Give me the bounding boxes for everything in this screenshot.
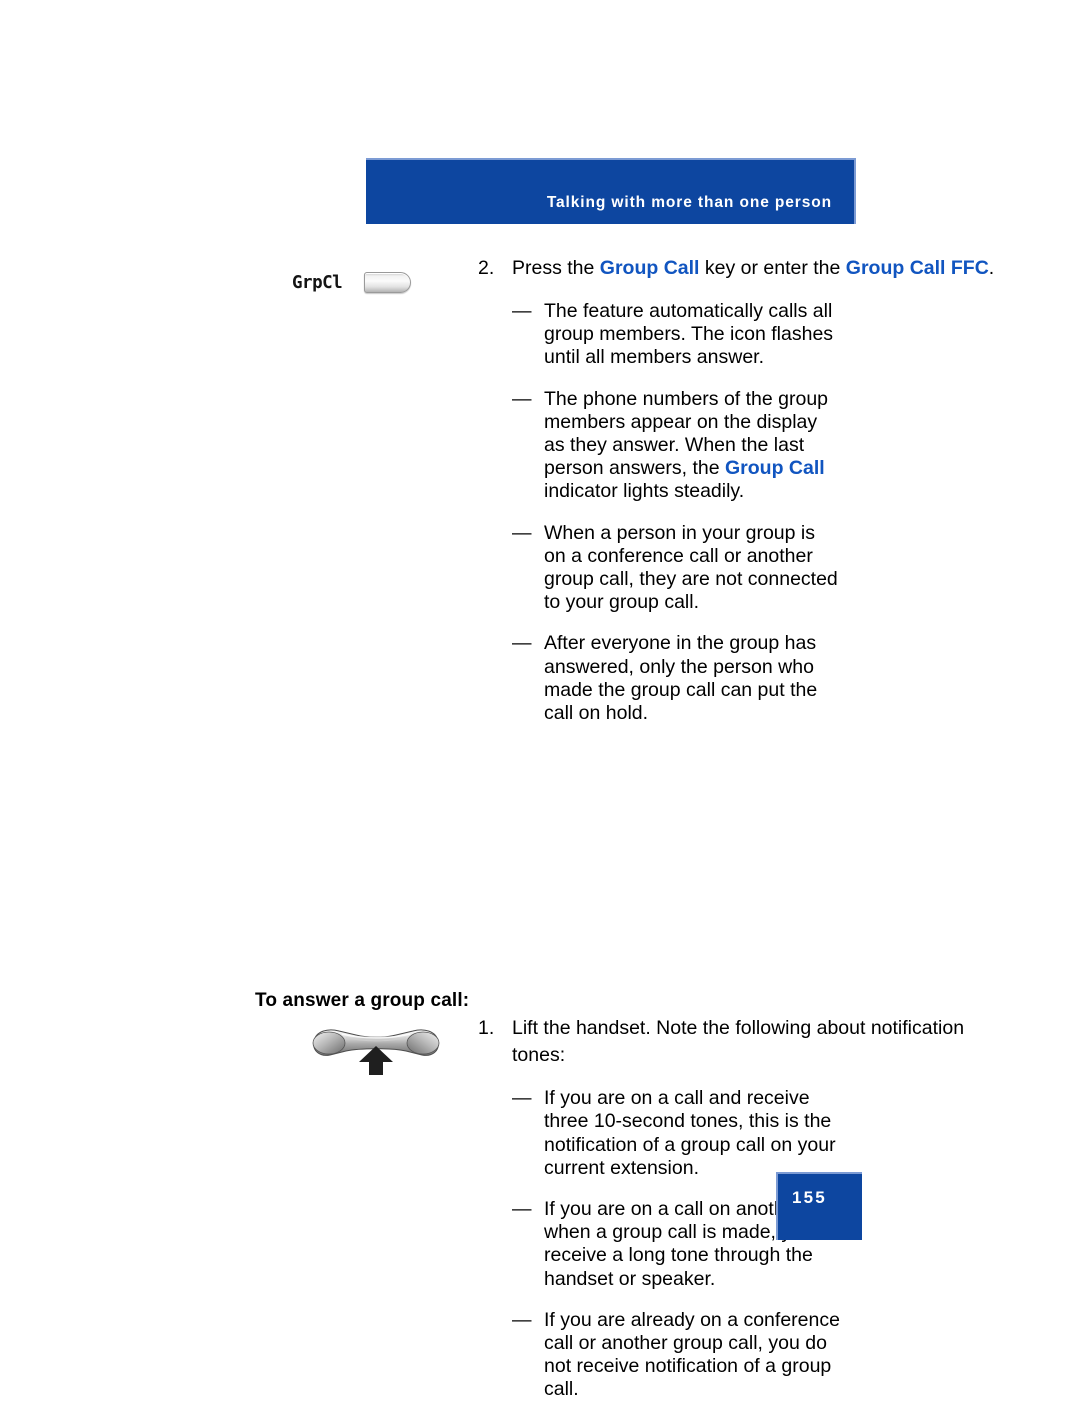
em-dash-icon: — (512, 521, 532, 544)
step-2-dash-2-run-3: indicator lights steadily. (544, 480, 745, 503)
em-dash-icon: — (512, 387, 532, 410)
feature-key-lcd-label: GrpCl (292, 273, 343, 293)
step-1-dash-item-2: — If you are on a call on another line w… (478, 1198, 1020, 1291)
page-number: 155 (792, 1188, 827, 1207)
step-1-number: 1. (478, 1017, 495, 1040)
em-dash-icon: — (512, 300, 532, 322)
step-1-dash-3-text: If you are already on a conference call … (544, 1308, 840, 1401)
em-dash-icon: — (512, 1198, 532, 1221)
step-2-dash-item-1: — The feature automatically calls all gr… (478, 300, 1020, 370)
em-dash-icon: — (512, 1087, 532, 1110)
step-2-number: 2. (478, 257, 495, 279)
step-1-dash-item-3: — If you are already on a conference cal… (478, 1309, 1020, 1402)
step-2: 2. Press the Group Call key or enter the… (478, 255, 1020, 282)
step-2-text-cell: 2. Press the Group Call key or enter the… (478, 255, 1080, 725)
step-1-dash-1-text: If you are on a call and receive three 1… (544, 1087, 836, 1179)
step-2-dash-4-text: After everyone in the group has answered… (544, 632, 818, 725)
section-heading-answer-group-call: To answer a group call: (255, 990, 470, 1011)
step-1-body: Lift the handset. Note the following abo… (512, 1017, 965, 1067)
step-2-dash-1-text: The feature automatically calls all grou… (544, 300, 834, 369)
step-2-dash-3-text: When a person in your group is on a conf… (544, 521, 838, 614)
page-number-box: 155 (776, 1172, 862, 1240)
page-header-banner: Talking with more than one person (366, 158, 856, 224)
step-2-dash-item-4: — After everyone in the group has answer… (478, 632, 1020, 725)
step-2-text-run-1: Press the (512, 257, 600, 279)
step-1-icon-cell (0, 1015, 478, 1079)
step-2-icon-cell: GrpCl (0, 255, 478, 296)
step-block-1: 1. Lift the handset. Note the following … (0, 1015, 1080, 1401)
step-2-text-run-4: Group Call FFC (845, 257, 989, 279)
step-2-dash-item-2: — The phone numbers of the group members… (478, 388, 1020, 504)
page-header-title: Talking with more than one person (546, 194, 832, 211)
step-2-dash-2-run-2: Group Call (725, 457, 825, 480)
page-content: GrpCl 2. Press the Group Call key or ent… (0, 255, 1080, 1402)
step-2-dash-2-text: The phone numbers of the group members a… (544, 388, 842, 504)
em-dash-icon: — (512, 1308, 532, 1331)
step-2-body: Press the Group Call key or enter the Gr… (512, 255, 1020, 282)
feature-key-button-icon (364, 272, 412, 293)
step-2-text-run-3: key or enter the (699, 257, 846, 279)
em-dash-icon: — (512, 632, 532, 655)
step-1-dash-item-1: — If you are on a call and receive three… (478, 1087, 1020, 1180)
lift-handset-icon (312, 1029, 440, 1076)
step-2-text-run-5: . (988, 257, 995, 279)
step-1: 1. Lift the handset. Note the following … (478, 1015, 1020, 1069)
step-2-dash-item-3: — When a person in your group is on a co… (478, 522, 1020, 615)
step-block-2: GrpCl 2. Press the Group Call key or ent… (0, 255, 1080, 725)
step-2-text-run-2: Group Call (599, 257, 700, 279)
